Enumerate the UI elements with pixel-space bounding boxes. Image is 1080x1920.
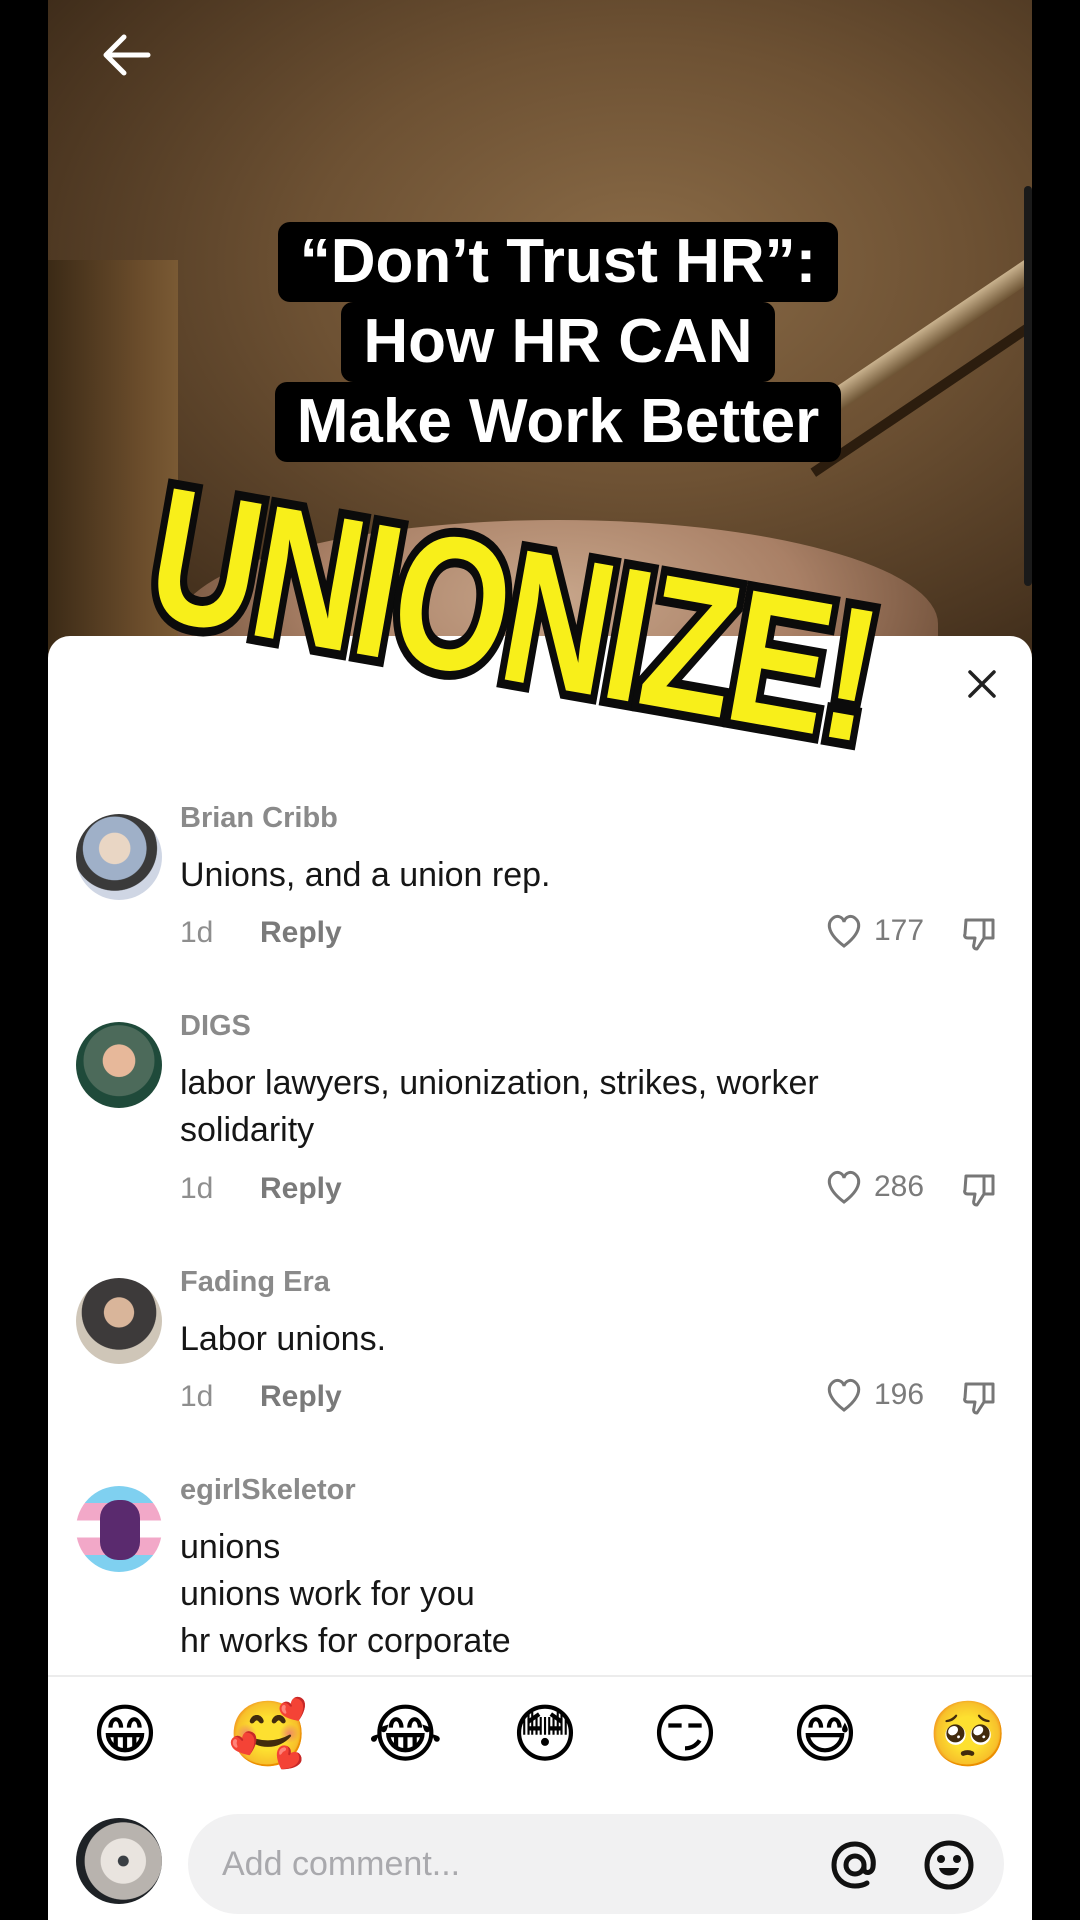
comment-username[interactable]: DIGS (180, 1010, 251, 1043)
video-background (48, 260, 178, 660)
reply-button[interactable]: Reply (260, 916, 342, 950)
divider (48, 1675, 1032, 1677)
comment-username[interactable]: egirlSkeletor (180, 1474, 356, 1507)
close-icon[interactable] (962, 664, 1002, 704)
emoji-tears-of-joy[interactable]: 😂 (368, 1698, 443, 1772)
comment-text-line: hr works for corporate (180, 1622, 511, 1660)
comment-text: labor lawyers, unionization, strikes, wo… (180, 1064, 819, 1149)
dislike-icon[interactable] (960, 914, 1000, 954)
comment-composer (48, 1814, 1032, 1914)
like-count: 286 (874, 1170, 925, 1203)
avatar[interactable] (76, 814, 162, 900)
comment-username[interactable]: Fading Era (180, 1266, 330, 1299)
comment-text-line: unions work for you (180, 1575, 475, 1613)
emoji-pleading[interactable]: 🥺 (928, 1698, 1008, 1772)
comment-time: 1d (180, 1380, 214, 1413)
video-player[interactable]: “Don’t Trust HR”: How HR CAN Make Work B… (48, 0, 1032, 660)
like-button[interactable]: 196 (824, 1376, 924, 1414)
like-button[interactable]: 177 (824, 912, 924, 950)
reply-button[interactable]: Reply (260, 1172, 342, 1206)
dislike-icon[interactable] (960, 1170, 1000, 1210)
heart-icon (827, 1170, 861, 1204)
caption-line: “Don’t Trust HR”: (277, 222, 839, 302)
emoji-flushed[interactable]: 😳 (508, 1698, 582, 1772)
mention-at-icon[interactable] (828, 1838, 882, 1892)
comment-text-line: unions (180, 1528, 281, 1566)
emoji-grin[interactable]: 😁 (88, 1698, 162, 1772)
comment-time: 1d (180, 1172, 214, 1205)
emoji-sweat-smile[interactable]: 😅 (788, 1698, 862, 1772)
comment-time: 1d (180, 916, 214, 949)
avatar[interactable] (76, 1022, 162, 1108)
scrollbar[interactable] (1024, 186, 1032, 586)
dislike-icon[interactable] (960, 1378, 1000, 1418)
caption-line: How HR CAN (341, 302, 775, 382)
video-caption: “Don’t Trust HR”: How HR CAN Make Work B… (248, 222, 868, 462)
emoji-picker-icon[interactable] (922, 1838, 976, 1892)
avatar[interactable] (76, 1486, 162, 1572)
comment-text: Labor unions. (180, 1320, 387, 1358)
avatar[interactable] (76, 1278, 162, 1364)
heart-icon (827, 1378, 861, 1412)
heart-icon (827, 914, 861, 948)
quick-emoji-bar: 😁 🥰 😂 😳 😏 😅 🥺 (48, 1698, 1032, 1788)
comments-sheet: Brian Cribb Unions, and a union rep. 1d … (48, 636, 1032, 1920)
like-button[interactable]: 286 (824, 1168, 924, 1206)
like-count: 196 (874, 1378, 925, 1411)
comment-username[interactable]: Brian Cribb (180, 802, 338, 835)
emoji-smiling-hearts[interactable]: 🥰 (228, 1698, 308, 1772)
phone-screen: “Don’t Trust HR”: How HR CAN Make Work B… (48, 0, 1032, 1920)
my-avatar[interactable] (76, 1818, 162, 1904)
back-arrow-icon[interactable] (98, 30, 158, 80)
emoji-smirk[interactable]: 😏 (648, 1698, 722, 1772)
comment-text: Unions, and a union rep. (180, 856, 551, 894)
reply-button[interactable]: Reply (260, 1380, 342, 1414)
caption-line: Make Work Better (274, 382, 842, 462)
like-count: 177 (874, 914, 925, 947)
